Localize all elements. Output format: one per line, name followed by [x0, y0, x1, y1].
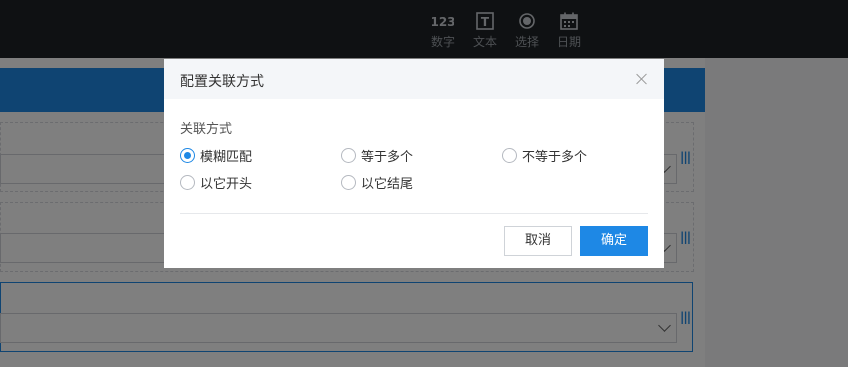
radio-label: 模糊匹配	[200, 149, 253, 165]
close-icon[interactable]	[634, 71, 650, 87]
radio-ends-with[interactable]: 以它结尾	[341, 172, 413, 192]
radio-not-equals-multiple[interactable]: 不等于多个	[502, 145, 587, 165]
radio-unchecked-icon	[341, 174, 356, 190]
dialog-title: 配置关联方式	[180, 74, 264, 90]
radio-label: 以它开头	[200, 176, 253, 192]
radio-unchecked-icon	[502, 147, 517, 163]
radio-label: 不等于多个	[522, 149, 588, 165]
association-config-dialog: 配置关联方式 关联方式 模糊匹配 等于多个 不等于多个 以它开头 以它结尾 取消…	[164, 59, 664, 268]
radio-starts-with[interactable]: 以它开头	[180, 172, 252, 192]
cancel-button[interactable]: 取消	[504, 226, 572, 256]
radio-unchecked-icon	[341, 147, 356, 163]
radio-label: 等于多个	[361, 149, 414, 165]
dialog-divider	[180, 213, 648, 214]
radio-equals-multiple[interactable]: 等于多个	[341, 145, 413, 165]
radio-label: 以它结尾	[361, 176, 414, 192]
association-mode-label: 关联方式	[180, 122, 233, 137]
radio-unchecked-icon	[180, 174, 195, 190]
radio-fuzzy-match[interactable]: 模糊匹配	[180, 145, 252, 165]
radio-checked-icon	[180, 147, 195, 163]
dialog-header: 配置关联方式	[164, 59, 664, 99]
confirm-button[interactable]: 确定	[580, 226, 648, 256]
